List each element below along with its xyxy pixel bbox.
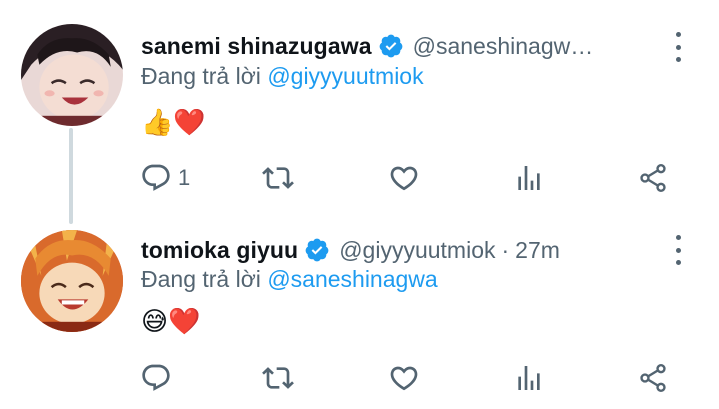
verified-badge-icon bbox=[379, 34, 402, 58]
replying-to: Đang trả lời @saneshinagwa bbox=[141, 266, 438, 293]
share-button[interactable] bbox=[637, 360, 669, 396]
retweet-button[interactable] bbox=[262, 160, 294, 196]
reply-prefix: Đang trả lời bbox=[141, 266, 261, 292]
reply-icon bbox=[142, 164, 170, 191]
author-name[interactable]: tomioka giyuu bbox=[141, 237, 298, 264]
tweet[interactable]: sanemi shinazugawa @saneshinagw… Đang tr… bbox=[0, 0, 719, 205]
like-icon bbox=[390, 166, 418, 191]
author-handle[interactable]: @saneshinagw… bbox=[413, 33, 594, 60]
stats-button[interactable] bbox=[513, 360, 545, 396]
like-button[interactable] bbox=[388, 360, 420, 396]
replying-to: Đang trả lời @giyyyuutmiok bbox=[141, 63, 424, 90]
like-icon bbox=[390, 366, 418, 391]
tweet-actions bbox=[0, 360, 719, 400]
like-button[interactable] bbox=[388, 160, 420, 196]
stats-icon bbox=[518, 166, 540, 190]
tweet-text: 😅❤️ bbox=[141, 306, 201, 336]
tweet-actions: 1 bbox=[0, 160, 719, 200]
verified-badge-icon bbox=[305, 238, 329, 262]
stats-icon bbox=[518, 366, 540, 390]
reply-mention-link[interactable]: @giyyyuutmiok bbox=[267, 63, 423, 89]
reply-prefix: Đang trả lời bbox=[141, 63, 261, 89]
tweet-header: sanemi shinazugawa @saneshinagw… bbox=[141, 29, 593, 63]
reply-icon bbox=[142, 364, 170, 391]
tweet-header: tomioka giyuu @giyyyuutmiok · 27m bbox=[141, 233, 560, 267]
reply-button[interactable] bbox=[140, 360, 178, 396]
more-icon[interactable] bbox=[672, 235, 684, 265]
retweet-icon bbox=[262, 167, 294, 189]
reply-count: 1 bbox=[178, 165, 191, 190]
share-icon bbox=[640, 164, 666, 192]
stats-button[interactable] bbox=[513, 160, 545, 196]
share-icon bbox=[640, 364, 666, 392]
anime-avatar-orange-hair-icon bbox=[21, 230, 123, 332]
avatar[interactable] bbox=[21, 24, 123, 126]
reply-mention-link[interactable]: @saneshinagwa bbox=[267, 266, 437, 292]
reply-button[interactable]: 1 bbox=[140, 160, 190, 196]
author-name[interactable]: sanemi shinazugawa bbox=[141, 33, 372, 60]
retweet-icon bbox=[262, 367, 294, 389]
share-button[interactable] bbox=[637, 160, 669, 196]
retweet-button[interactable] bbox=[262, 360, 294, 396]
anime-avatar-dark-hair-icon bbox=[21, 24, 123, 126]
tweet-text: 👍❤️ bbox=[141, 107, 206, 137]
timestamp[interactable]: 27m bbox=[515, 237, 560, 264]
author-handle[interactable]: @giyyyuutmiok bbox=[339, 237, 495, 264]
separator-dot: · bbox=[501, 236, 510, 263]
avatar[interactable] bbox=[21, 230, 123, 332]
more-icon[interactable] bbox=[672, 32, 684, 62]
tweet[interactable]: tomioka giyuu @giyyyuutmiok · 27m Đang t… bbox=[0, 205, 719, 409]
